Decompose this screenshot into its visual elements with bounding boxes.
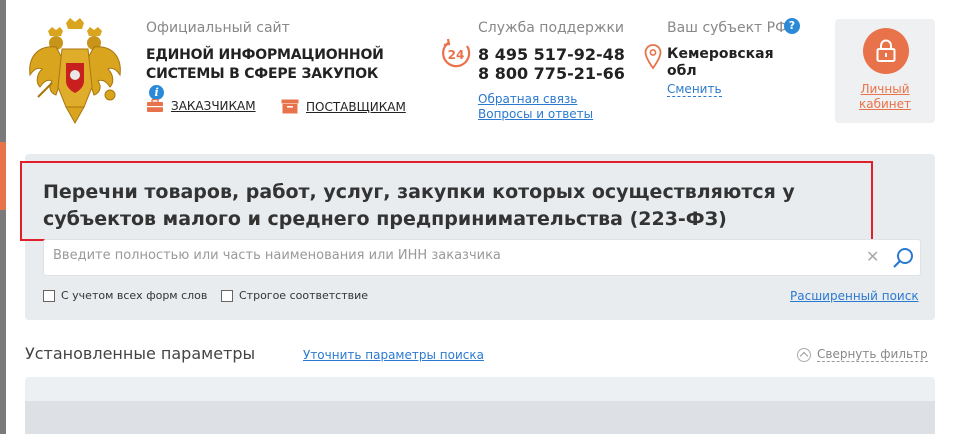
params-panel-row [25,401,935,434]
collapse-filter-label: Свернуть фильтр [817,347,928,362]
search-box: ✕ [43,239,921,276]
feedback-link[interactable]: Обратная связь [478,92,577,106]
support-24-icon: 24 [440,38,472,70]
region-label: Ваш субъект РФ [667,20,788,36]
params-panel [25,377,935,434]
option-all-word-forms[interactable]: С учетом всех форм слов [43,289,207,302]
support-label: Служба поддержки [478,20,625,36]
change-region-link[interactable]: Сменить [667,82,722,97]
briefcase-icon [147,99,163,112]
option-strict-match[interactable]: Строгое соответствие [221,289,368,302]
site-name-line2: СИСТЕМЫ В СФЕРЕ ЗАКУПОК [146,66,379,82]
coat-of-arms-icon [29,18,121,125]
strict-match-checkbox[interactable] [221,289,233,302]
all-word-forms-label: С учетом всех форм слов [61,289,208,302]
search-input[interactable] [53,248,853,263]
window-edge-accent [0,142,6,210]
site-name-line2-wrap: СИСТЕМЫ В СФЕРЕ ЗАКУПОК i [146,65,386,103]
info-icon[interactable]: i [149,85,164,100]
box-icon [281,99,299,114]
site-label: Официальный сайт [146,20,290,36]
suppliers-link[interactable]: ПОСТАВЩИКАМ [281,99,406,114]
personal-cabinet-line2: кабинет [858,97,912,111]
clock-24-icon: 24 [442,38,471,68]
page-title-highlight: Перечни товаров, работ, услуг, закупки к… [20,161,873,241]
strict-match-label: Строгое соответствие [239,289,369,302]
coat-of-arms-logo[interactable] [26,17,124,125]
support-phone-1[interactable]: 8 495 517-92-48 [478,45,625,64]
refine-search-link[interactable]: Уточнить параметры поиска [303,348,484,362]
search-icon[interactable] [892,247,914,269]
faq-link[interactable]: Вопросы и ответы [478,107,593,121]
advanced-search-link[interactable]: Расширенный поиск [790,289,919,303]
collapse-filter-button[interactable]: Свернуть фильтр [797,347,928,362]
params-title: Установленные параметры [25,344,256,363]
suppliers-link-label: ПОСТАВЩИКАМ [306,99,406,114]
page-title: Перечни товаров, работ, услуг, закупки к… [43,179,863,233]
map-pin-icon [644,44,662,74]
support-badge: 24 [448,48,465,62]
chevron-up-icon [797,347,811,362]
personal-cabinet-line1: Личный [860,82,910,96]
window-edge-strip [0,0,6,434]
lock-icon-circle [863,28,909,74]
site-name[interactable]: ЕДИНОЙ ИНФОРМАЦИОННОЙ СИСТЕМЫ В СФЕРЕ ЗА… [146,46,386,103]
region-name: Кемеровская обл [667,46,787,80]
region-name-line1: Кемеровская [667,46,774,62]
region-name-line2: обл [667,63,697,79]
personal-cabinet-label: Личный кабинет [835,82,935,112]
site-name-line1: ЕДИНОЙ ИНФОРМАЦИОННОЙ [146,47,384,63]
support-phone-2[interactable]: 8 800 775-21-66 [478,64,625,83]
customers-link-label: ЗАКАЗЧИКАМ [171,99,256,113]
customers-link[interactable]: ЗАКАЗЧИКАМ [146,99,256,113]
all-word-forms-checkbox[interactable] [43,289,55,302]
clear-icon[interactable]: ✕ [866,249,879,265]
page-title-line2: субъектов малого и среднего предпринимат… [43,208,727,230]
personal-cabinet-button[interactable]: Личный кабинет [835,19,935,123]
page-title-line1: Перечни товаров, работ, услуг, закупки к… [43,181,795,203]
lock-icon [876,39,896,62]
help-icon[interactable]: ? [784,18,800,34]
